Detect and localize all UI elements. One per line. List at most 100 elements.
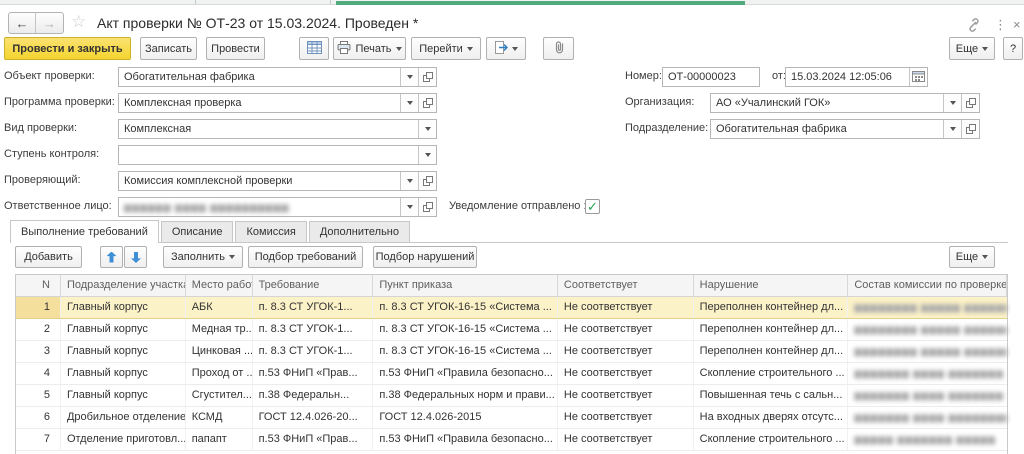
cell-commission-redacted[interactable]: ▆▆▆▆▆ ▆▆▆▆▆▆▆ ▆▆▆▆▆ <box>848 429 1007 450</box>
add-row-button[interactable]: Добавить <box>15 246 82 268</box>
goto-button[interactable]: Перейти <box>411 37 481 60</box>
table-row[interactable]: 3 Главный корпус Цинковая ... п. 8.3 СТ … <box>16 341 1007 363</box>
cell-violation[interactable]: На входных дверях отсутс... <box>694 407 849 428</box>
post-and-close-button[interactable]: Провести и закрыть <box>4 37 131 60</box>
cell-requirement[interactable]: п. 8.3 СТ УГОК-1... <box>253 297 374 318</box>
cell-n[interactable]: 2 <box>16 319 61 340</box>
pick-requirements-button[interactable]: Подбор требований <box>248 246 363 268</box>
field-value[interactable]: ОТ-00000023 <box>663 68 759 86</box>
cell-commission-redacted[interactable]: ▆▆▆▆▆▆▆ ▆▆▆▆ ▆▆▆▆▆▆▆▆ <box>848 407 1007 428</box>
open-button[interactable] <box>961 120 979 138</box>
dropdown-button[interactable] <box>400 94 418 112</box>
table-row[interactable]: 6 Дробильное отделение КСМД ГОСТ 12.4.02… <box>16 407 1007 429</box>
schedule-grid-button[interactable] <box>299 37 329 60</box>
dropdown-button[interactable] <box>943 120 961 138</box>
cell-place[interactable]: КСМД <box>186 407 253 428</box>
cell-department[interactable]: Главный корпус <box>61 297 186 318</box>
cell-violation[interactable]: Скопление строительного ... <box>694 363 849 384</box>
tab-additional[interactable]: Дополнительно <box>309 221 410 242</box>
grid-more-button[interactable]: Еще <box>949 246 995 268</box>
field-value[interactable]: 15.03.2024 12:05:06 <box>786 68 909 86</box>
calendar-button[interactable] <box>909 68 927 86</box>
tab-description[interactable]: Описание <box>161 221 234 242</box>
cell-requirement[interactable]: п.38 Федеральн... <box>253 385 374 406</box>
open-button[interactable] <box>418 172 436 190</box>
cell-n[interactable]: 1 <box>16 297 61 318</box>
window-menu-icon[interactable]: ⋮ <box>994 17 1007 33</box>
table-row[interactable]: 7 Отделение приготовл... папапт п.53 ФНи… <box>16 429 1007 451</box>
table-row[interactable]: 5 Главный корпус Сгустител... п.38 Федер… <box>16 385 1007 407</box>
cell-place[interactable]: АБК <box>186 297 253 318</box>
dropdown-button[interactable] <box>400 68 418 86</box>
field-value[interactable]: Комплексная проверка <box>119 94 400 112</box>
cell-requirement[interactable]: п.53 ФНиП «Прав... <box>253 429 374 450</box>
cell-order-clause[interactable]: ГОСТ 12.4.026-2015 <box>373 407 558 428</box>
cell-compliance[interactable]: Не соответствует <box>558 319 694 340</box>
cell-place[interactable]: Медная тр... <box>186 319 253 340</box>
cell-violation[interactable]: Переполнен контейнер дл... <box>694 319 849 340</box>
open-button[interactable] <box>418 198 436 216</box>
field-value[interactable]: Комплексная <box>119 120 418 138</box>
cell-requirement[interactable]: п. 8.3 СТ УГОК-1... <box>253 341 374 362</box>
cell-violation[interactable]: Переполнен контейнер дл... <box>694 341 849 362</box>
field-value[interactable] <box>119 146 418 164</box>
cell-requirement[interactable]: ГОСТ 12.4.026-20... <box>253 407 374 428</box>
field-value[interactable]: Обогатительная фабрика <box>711 120 943 138</box>
cell-department[interactable]: Отделение приготовл... <box>61 429 186 450</box>
field-value-redacted[interactable]: ▆▆▆▆▆▆ ▆▆▆▆ ▆▆▆▆▆▆▆▆▆▆ <box>119 198 400 216</box>
forward-button[interactable]: → <box>36 13 63 33</box>
cell-n[interactable]: 5 <box>16 385 61 406</box>
cell-order-clause[interactable]: п. 8.3 СТ УГОК-16-15 «Система ... <box>373 319 558 340</box>
cell-department[interactable]: Главный корпус <box>61 341 186 362</box>
field-value[interactable]: Комиссия комплексной проверки <box>119 172 400 190</box>
cell-department[interactable]: Дробильное отделение <box>61 407 186 428</box>
cell-order-clause[interactable]: п.53 ФНиП «Правила безопасно... <box>373 363 558 384</box>
dropdown-button[interactable] <box>400 198 418 216</box>
open-button[interactable] <box>418 68 436 86</box>
field-value[interactable]: АО «Учалинский ГОК» <box>711 94 943 112</box>
cell-department[interactable]: Главный корпус <box>61 385 186 406</box>
cell-department[interactable]: Главный корпус <box>61 363 186 384</box>
cell-place[interactable]: папапт <box>186 429 253 450</box>
cell-requirement[interactable]: п.53 ФНиП «Прав... <box>253 363 374 384</box>
dropdown-button[interactable] <box>418 146 436 164</box>
cell-order-clause[interactable]: п. 8.3 СТ УГОК-16-15 «Система ... <box>373 341 558 362</box>
cell-order-clause[interactable]: п.38 Федеральных норм и прави... <box>373 385 558 406</box>
post-button[interactable]: Провести <box>206 37 265 60</box>
tab-commission[interactable]: Комиссия <box>235 221 306 242</box>
cell-commission-redacted[interactable]: ▆▆▆▆▆▆▆▆ ▆▆▆▆▆ ▆▆▆▆▆▆ <box>848 341 1007 362</box>
pick-violations-button[interactable]: Подбор нарушений <box>373 246 477 268</box>
cell-order-clause[interactable]: п.53 ФНиП «Правила безопасно... <box>373 429 558 450</box>
table-row[interactable]: 4 Главный корпус Проход от ... п.53 ФНиП… <box>16 363 1007 385</box>
dropdown-button[interactable] <box>400 172 418 190</box>
open-button[interactable] <box>418 94 436 112</box>
cell-compliance[interactable]: Не соответствует <box>558 363 694 384</box>
cell-department[interactable]: Главный корпус <box>61 319 186 340</box>
dropdown-button[interactable] <box>418 120 436 138</box>
cell-compliance[interactable]: Не соответствует <box>558 297 694 318</box>
cell-compliance[interactable]: Не соответствует <box>558 429 694 450</box>
close-window-icon[interactable]: × <box>1013 17 1021 32</box>
dropdown-button[interactable] <box>943 94 961 112</box>
notification-sent-checkbox[interactable]: ✓ <box>585 199 600 214</box>
cell-commission-redacted[interactable]: ▆▆▆▆▆▆▆▆ ▆▆▆▆▆ ▆▆▆▆▆▆ <box>848 297 1007 318</box>
move-up-button[interactable] <box>100 246 123 268</box>
send-document-button[interactable] <box>486 37 526 60</box>
cell-commission-redacted[interactable]: ▆▆▆▆▆▆▆▆ ▆▆▆▆▆ ▆▆▆▆▆▆ <box>848 319 1007 340</box>
cell-order-clause[interactable]: п. 8.3 СТ УГОК-16-15 «Система ... <box>373 297 558 318</box>
cell-n[interactable]: 4 <box>16 363 61 384</box>
form-more-button[interactable]: Еще <box>949 37 995 60</box>
cell-commission-redacted[interactable]: ▆▆▆▆▆▆▆ ▆▆▆▆ ▆▆▆▆▆▆▆ <box>848 385 1007 406</box>
cell-n[interactable]: 6 <box>16 407 61 428</box>
table-row[interactable]: 1 Главный корпус АБК п. 8.3 СТ УГОК-1...… <box>16 297 1007 319</box>
cell-requirement[interactable]: п. 8.3 СТ УГОК-1... <box>253 319 374 340</box>
cell-place[interactable]: Проход от ... <box>186 363 253 384</box>
save-button[interactable]: Записать <box>140 37 197 60</box>
attachments-button[interactable] <box>543 37 574 60</box>
help-button[interactable]: ? <box>1003 37 1023 60</box>
back-button[interactable]: ← <box>9 13 36 33</box>
cell-place[interactable]: Сгустител... <box>186 385 253 406</box>
cell-compliance[interactable]: Не соответствует <box>558 341 694 362</box>
cell-violation[interactable]: Повышенная течь с сальн... <box>694 385 849 406</box>
cell-compliance[interactable]: Не соответствует <box>558 407 694 428</box>
